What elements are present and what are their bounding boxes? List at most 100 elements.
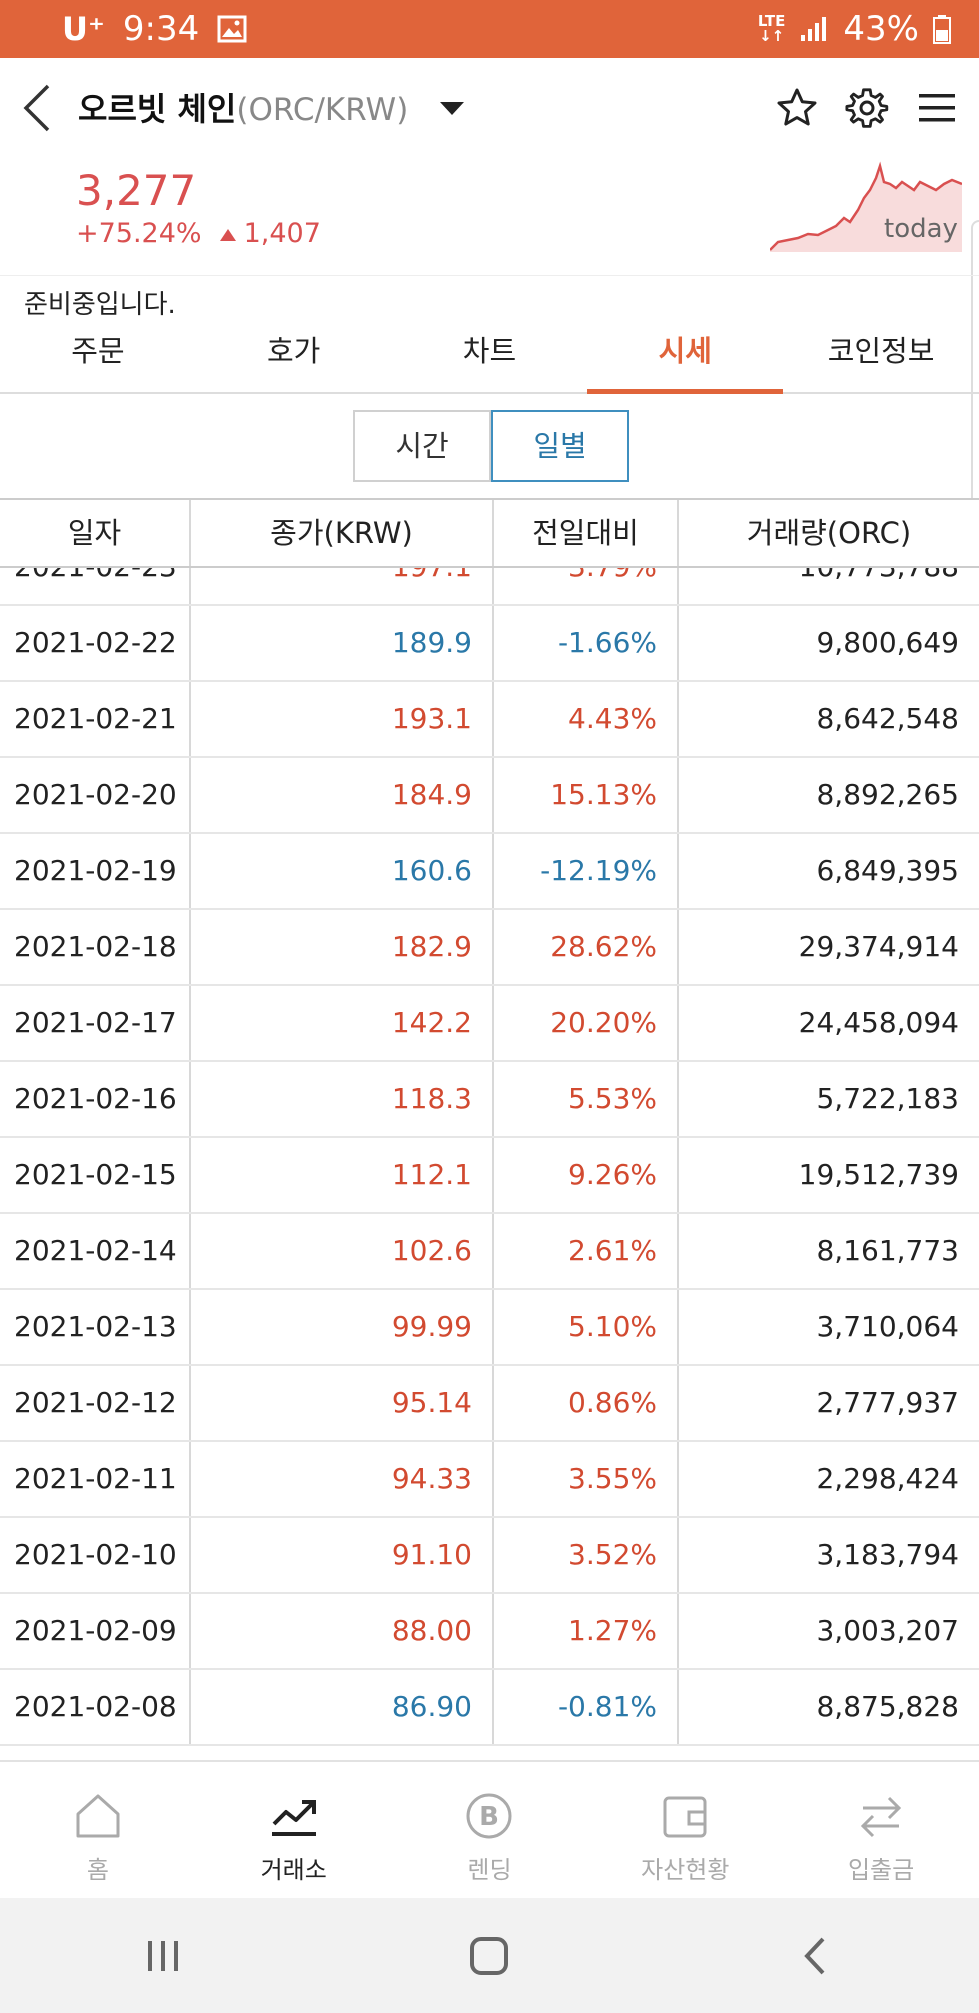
cell-change: 3.52%: [494, 1518, 679, 1592]
cell-change: 15.13%: [494, 758, 679, 832]
table-row: 2021-02-12 95.14 0.86% 2,777,937: [0, 1366, 979, 1442]
cell-close: 95.14: [191, 1366, 494, 1440]
table-row: 2021-02-08 86.90 -0.81% 8,875,828: [0, 1670, 979, 1746]
gear-icon[interactable]: [845, 86, 889, 130]
cell-close: 118.3: [191, 1062, 494, 1136]
tab-chart[interactable]: 차트: [392, 320, 588, 392]
status-bar: U⁺ 9:34 LTE ↓↑ 43%: [0, 0, 979, 58]
notice-text: 준비중입니다.: [0, 275, 979, 320]
nav-home[interactable]: 홈: [0, 1762, 196, 1898]
cell-close: 160.6: [191, 834, 494, 908]
cell-close: 99.99: [191, 1290, 494, 1364]
cell-close: 88.00: [191, 1594, 494, 1668]
tab-orderbook[interactable]: 호가: [196, 320, 392, 392]
cell-date: 2021-02-20: [0, 758, 191, 832]
cell-change: -12.19%: [494, 834, 679, 908]
cell-date: 2021-02-14: [0, 1214, 191, 1288]
cell-change: 4.43%: [494, 682, 679, 756]
cell-date: 2021-02-12: [0, 1366, 191, 1440]
cell-volume: 8,161,773: [816, 1234, 959, 1267]
cell-close: 112.1: [191, 1138, 494, 1212]
cell-change: -0.81%: [494, 1670, 679, 1744]
cell-change: 9.26%: [494, 1138, 679, 1212]
cell-date: 2021-02-15: [0, 1138, 191, 1212]
period-segment: 시간 일별: [353, 410, 629, 482]
cell-volume: 8,892,265: [816, 778, 959, 811]
chevron-down-icon[interactable]: [440, 102, 464, 115]
column-header-close: 종가(KRW): [191, 500, 494, 566]
battery-icon: [933, 15, 951, 44]
cell-change: 2.61%: [494, 1214, 679, 1288]
cell-date: 2021-02-21: [0, 682, 191, 756]
cell-change: 3.79%: [494, 568, 679, 604]
table-row: 2021-02-10 91.10 3.52% 3,183,794: [0, 1518, 979, 1594]
cell-date: 2021-02-23: [0, 568, 191, 604]
cell-change: 1.27%: [494, 1594, 679, 1668]
table-row: 2021-02-18 182.9 28.62% 29,374,914: [0, 910, 979, 986]
tab-market-price[interactable]: 시세: [587, 320, 783, 394]
network-type: LTE ↓↑: [757, 12, 786, 45]
cell-date: 2021-02-17: [0, 986, 191, 1060]
daily-price-table[interactable]: 2021-02-23197.13.79%10,773,7882021-02-22…: [0, 568, 979, 1760]
nav-lending[interactable]: B 렌딩: [392, 1762, 588, 1898]
app-header: 오르빗 체인(ORC/KRW): [0, 58, 979, 158]
cell-change: 20.20%: [494, 986, 679, 1060]
system-back-icon[interactable]: [791, 1931, 841, 1981]
menu-icon[interactable]: [915, 86, 959, 130]
up-triangle-icon: [219, 228, 236, 241]
sparkline-label: today: [884, 214, 958, 244]
cell-date: 2021-02-08: [0, 1670, 191, 1744]
nav-exchange[interactable]: 거래소: [196, 1762, 392, 1898]
nav-assets[interactable]: 자산현황: [587, 1762, 783, 1898]
cell-volume: 2,298,424: [816, 1462, 959, 1495]
gallery-notification-icon: [217, 15, 247, 43]
column-header-date: 일자: [0, 500, 191, 566]
cell-volume: 8,875,828: [816, 1690, 959, 1723]
tab-coin-info[interactable]: 코인정보: [783, 320, 979, 392]
cell-change: 5.53%: [494, 1062, 679, 1136]
table-row: 2021-02-14 102.6 2.61% 8,161,773: [0, 1214, 979, 1290]
cell-date: 2021-02-11: [0, 1442, 191, 1516]
signal-icon: [801, 17, 827, 41]
cell-change: -1.66%: [494, 606, 679, 680]
transfer-icon: [860, 1796, 902, 1838]
cell-close: 189.9: [191, 606, 494, 680]
carrier-label: U⁺: [62, 10, 105, 48]
table-row: 2021-02-19 160.6 -12.19% 6,849,395: [0, 834, 979, 910]
cell-close: 197.1: [191, 568, 494, 604]
nav-transfer[interactable]: 입출금: [783, 1762, 979, 1898]
cell-volume: 9,800,649: [816, 626, 959, 659]
back-arrow-icon[interactable]: [18, 82, 58, 134]
price-change: +75.24% 1,407: [76, 218, 321, 249]
cell-volume: 19,512,739: [798, 1158, 959, 1191]
column-header-change: 전일대비: [494, 500, 679, 566]
cell-volume: 8,642,548: [816, 702, 959, 735]
cell-volume: 3,710,064: [816, 1310, 959, 1343]
cell-close: 182.9: [191, 910, 494, 984]
table-row: 2021-02-21 193.1 4.43% 8,642,548: [0, 682, 979, 758]
star-icon[interactable]: [775, 86, 819, 130]
cell-date: 2021-02-13: [0, 1290, 191, 1364]
cell-date: 2021-02-22: [0, 606, 191, 680]
cell-date: 2021-02-18: [0, 910, 191, 984]
home-button-icon[interactable]: [464, 1931, 514, 1981]
clock: 9:34: [122, 9, 200, 49]
cell-volume: 29,374,914: [798, 930, 959, 963]
coin-title[interactable]: 오르빗 체인(ORC/KRW): [78, 84, 408, 130]
table-row: 2021-02-23197.13.79%10,773,788: [0, 568, 979, 606]
cell-date: 2021-02-10: [0, 1518, 191, 1592]
segment-daily-button[interactable]: 일별: [491, 410, 629, 482]
cell-close: 184.9: [191, 758, 494, 832]
table-row: 2021-02-22 189.9 -1.66% 9,800,649: [0, 606, 979, 682]
cell-date: 2021-02-16: [0, 1062, 191, 1136]
segment-time-button[interactable]: 시간: [353, 410, 491, 482]
recent-apps-icon[interactable]: [138, 1931, 188, 1981]
cell-volume: 24,458,094: [798, 1006, 959, 1039]
change-amount: 1,407: [243, 218, 321, 249]
cell-volume: 10,773,788: [679, 568, 979, 604]
cell-change: 0.86%: [494, 1366, 679, 1440]
cell-close: 102.6: [191, 1214, 494, 1288]
tab-order[interactable]: 주문: [0, 320, 196, 392]
cell-volume: 5,722,183: [816, 1082, 959, 1115]
coin-pair: (ORC/KRW): [236, 92, 409, 128]
